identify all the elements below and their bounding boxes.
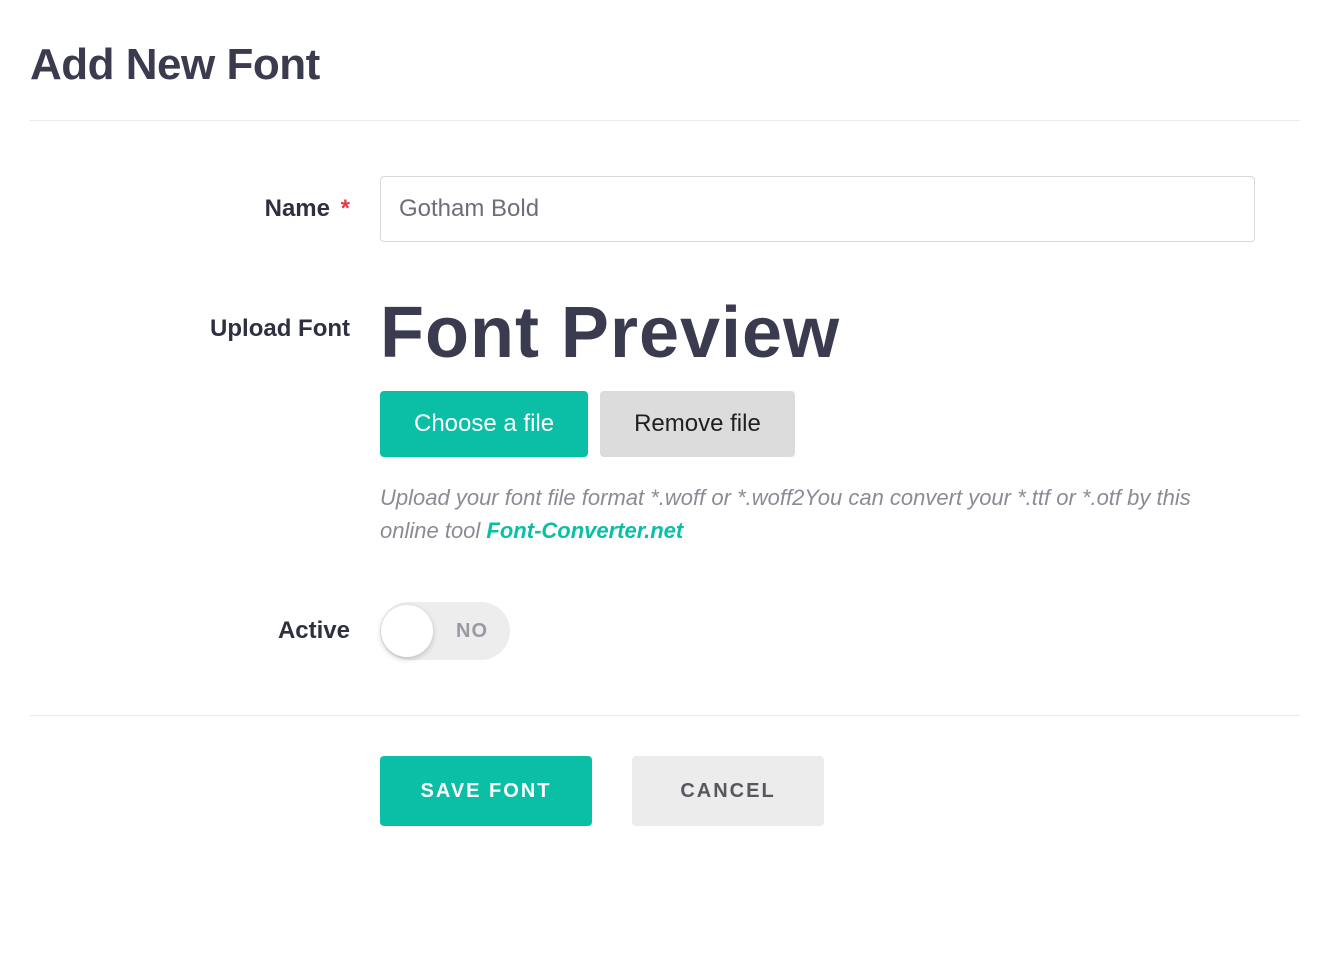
toggle-state-label: NO <box>456 620 488 643</box>
upload-font-label: Upload Font <box>30 297 380 343</box>
font-converter-link[interactable]: Font-Converter.net <box>486 518 683 543</box>
footer-divider <box>30 715 1300 716</box>
upload-font-row: Upload Font Font Preview Choose a file R… <box>30 297 1300 547</box>
name-input[interactable] <box>380 176 1255 242</box>
page-title: Add New Font <box>30 40 1300 90</box>
choose-file-button[interactable]: Choose a file <box>380 391 588 457</box>
remove-file-button[interactable]: Remove file <box>600 391 795 457</box>
required-marker: * <box>341 195 350 222</box>
upload-button-row: Choose a file Remove file <box>380 391 1255 457</box>
active-toggle[interactable]: NO <box>380 602 510 660</box>
save-font-button[interactable]: SAVE FONT <box>380 756 592 826</box>
name-label-text: Name <box>265 195 330 222</box>
font-preview-text: Font Preview <box>380 297 1255 369</box>
active-label: Active <box>30 617 380 645</box>
cancel-button[interactable]: CANCEL <box>632 756 824 826</box>
upload-hint-text: Upload your font file format *.woff or *… <box>380 481 1255 547</box>
toggle-knob <box>381 605 433 657</box>
active-field-row: Active NO <box>30 602 1300 660</box>
actions-row: SAVE FONT CANCEL <box>30 756 1300 826</box>
name-field-row: Name * <box>30 176 1300 242</box>
name-label: Name * <box>30 195 380 223</box>
header-divider <box>30 120 1300 121</box>
